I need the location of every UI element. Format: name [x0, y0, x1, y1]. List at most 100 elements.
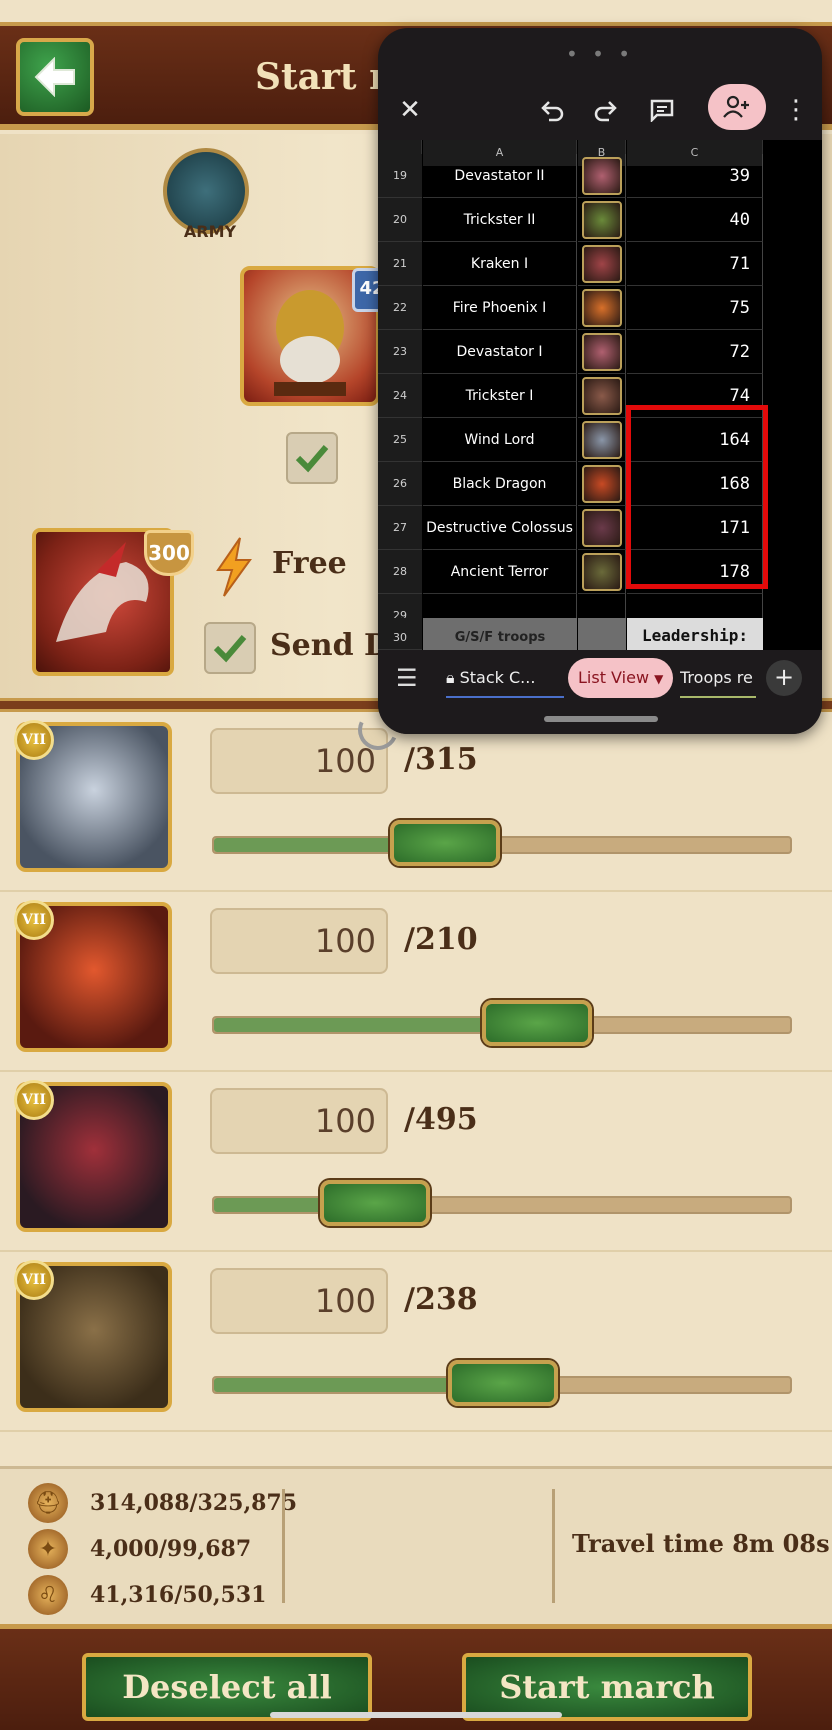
tab-color-strip: [446, 696, 564, 698]
tier-badge: VII: [14, 900, 54, 940]
tab-stack-calc[interactable]: 🔒︎ Stack C...: [446, 658, 564, 698]
slider-fill: [214, 1018, 493, 1032]
troop-image-cell[interactable]: [578, 242, 626, 286]
quantity-slider[interactable]: [212, 820, 792, 866]
troop-group-cell[interactable]: G/S/F troops: [423, 618, 577, 650]
quantity-slider[interactable]: [212, 1360, 792, 1406]
system-home-indicator[interactable]: [270, 1712, 562, 1718]
value-cell[interactable]: 71: [627, 242, 763, 286]
quantity-slider[interactable]: [212, 1000, 792, 1046]
troop-name-cell[interactable]: Trickster I: [423, 374, 577, 418]
troop-thumbnail: [581, 464, 622, 503]
troop-thumbnail: [581, 376, 622, 415]
troop-thumbnail: [581, 332, 622, 371]
app-screen: Start march ARMY 42 300 Free Send Dragon…: [0, 0, 832, 1730]
troop-thumbnail: [581, 288, 622, 327]
troop-image-cell[interactable]: [578, 330, 626, 374]
value-cell[interactable]: 75: [627, 286, 763, 330]
window-drag-handle[interactable]: • • •: [378, 42, 822, 66]
troop-row: VII 100/495: [0, 1072, 832, 1252]
row-number[interactable]: 24: [378, 374, 422, 418]
back-arrow-icon: [34, 57, 75, 97]
authority-value: 41,316/50,531: [90, 1582, 267, 1608]
troop-name-cell[interactable]: Fire Phoenix I: [423, 286, 577, 330]
add-sheet-button[interactable]: +: [766, 660, 802, 696]
troop-row: VII 100/315: [0, 712, 832, 892]
dominance-value: 4,000/99,687: [90, 1536, 252, 1562]
row-number[interactable]: 21: [378, 242, 422, 286]
hero-checkbox[interactable]: [286, 432, 338, 484]
quantity-input[interactable]: 100: [210, 1268, 388, 1334]
quantity-slider[interactable]: [212, 1180, 792, 1226]
tab-list-view[interactable]: List View ▼: [568, 658, 674, 698]
slider-handle[interactable]: [320, 1180, 430, 1226]
row-number[interactable]: 19: [378, 154, 422, 198]
value-cell[interactable]: 39: [627, 154, 763, 198]
troop-image-cell[interactable]: [578, 198, 626, 242]
row-number[interactable]: 30: [378, 618, 422, 650]
floating-sheets-window: • • • ✕ ⋮ A B C 19 Devastator II 39 20 Trick…: [378, 28, 822, 734]
troop-name-cell[interactable]: Black Dragon: [423, 462, 577, 506]
row-number[interactable]: 26: [378, 462, 422, 506]
troop-name-cell[interactable]: Devastator II: [423, 154, 577, 198]
redo-icon[interactable]: [586, 90, 626, 130]
row-number[interactable]: 22: [378, 286, 422, 330]
back-button[interactable]: [16, 38, 94, 116]
slider-fill: [214, 838, 400, 852]
travel-time: Travel time 8m 08s: [572, 1529, 830, 1558]
window-resize-handle[interactable]: [544, 716, 658, 722]
tier-badge: VII: [14, 720, 54, 760]
troop-image-cell[interactable]: [578, 462, 626, 506]
value-cell[interactable]: 40: [627, 198, 763, 242]
all-sheets-menu-icon[interactable]: ☰: [396, 664, 418, 692]
comment-icon[interactable]: [642, 90, 682, 130]
row-number[interactable]: 20: [378, 198, 422, 242]
troop-name-cell[interactable]: Ancient Terror: [423, 550, 577, 594]
add-person-icon: [723, 95, 749, 118]
troop-thumbnail: [581, 552, 622, 591]
troop-image-cell[interactable]: [578, 550, 626, 594]
troop-image-cell[interactable]: [578, 286, 626, 330]
troop-thumbnail: [581, 156, 622, 195]
stats-separator: [282, 1489, 285, 1603]
slider-handle[interactable]: [389, 820, 500, 866]
troop-thumbnail: [581, 508, 622, 547]
troop-name-cell[interactable]: Trickster II: [423, 198, 577, 242]
troop-image-cell[interactable]: [578, 506, 626, 550]
dragon-power-badge: 300: [144, 530, 194, 576]
share-button[interactable]: [708, 84, 766, 130]
row-number[interactable]: 27: [378, 506, 422, 550]
row-number[interactable]: 23: [378, 330, 422, 374]
troop-image-cell[interactable]: [578, 154, 626, 198]
tab-troops-label: Troops re: [680, 668, 753, 687]
lightning-icon: [216, 537, 252, 597]
max-quantity: /315: [404, 742, 478, 777]
quantity-input[interactable]: 100: [210, 908, 388, 974]
start-march-button[interactable]: Start march: [462, 1653, 752, 1721]
army-label: ARMY: [183, 222, 237, 241]
row-number[interactable]: 28: [378, 550, 422, 594]
send-dragon-checkbox[interactable]: [204, 622, 256, 674]
close-icon[interactable]: ✕: [390, 90, 430, 130]
slider-handle[interactable]: [482, 1000, 593, 1046]
troop-name-cell[interactable]: Kraken I: [423, 242, 577, 286]
troop-name-cell[interactable]: Wind Lord: [423, 418, 577, 462]
sheet-cell[interactable]: [578, 618, 626, 650]
leadership-stat: ⛑ 314,088/325,875: [28, 1483, 297, 1523]
row-number[interactable]: 25: [378, 418, 422, 462]
troop-name-cell[interactable]: Destructive Colossus: [423, 506, 577, 550]
deselect-all-button[interactable]: Deselect all: [82, 1653, 372, 1721]
quantity-input[interactable]: 100: [210, 1088, 388, 1154]
leadership-cell[interactable]: Leadership:: [627, 618, 763, 650]
slider-handle[interactable]: [447, 1360, 558, 1406]
tab-troops[interactable]: Troops re: [680, 658, 756, 698]
troop-image-cell[interactable]: [578, 374, 626, 418]
undo-icon[interactable]: [532, 90, 572, 130]
troop-image-cell[interactable]: [578, 418, 626, 462]
checkmark-icon: [213, 635, 247, 663]
more-options-icon[interactable]: ⋮: [776, 90, 816, 130]
troop-thumbnail: [581, 244, 622, 283]
troop-name-cell[interactable]: Devastator I: [423, 330, 577, 374]
tier-badge: VII: [14, 1080, 54, 1120]
value-cell[interactable]: 72: [627, 330, 763, 374]
